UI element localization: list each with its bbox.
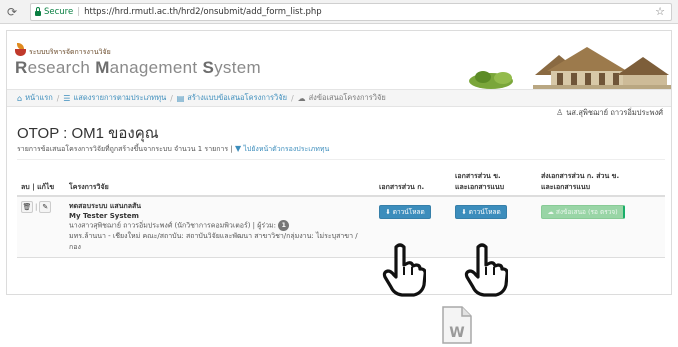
university-logo-icon [15,43,26,56]
system-name: Research Management System [15,58,261,77]
download-icon: ⬇ [385,207,391,216]
user-icon: ♙ [556,108,564,117]
secure-label: Secure [44,7,74,17]
breadcrumb-create-proposal[interactable]: ▤ สร้างแบบข้อเสนอโครงการวิจัย [177,92,287,104]
url-text: https://hrd.rmutl.ac.th/hrd2/onsubmit/ad… [84,7,322,17]
header-actions: ลบ | แก้ไข [17,159,65,197]
co-researcher-count-badge: 1 [278,219,290,231]
breadcrumb-submit-proposal: ☁ ส่งข้อเสนอโครงการวิจัย [297,93,386,103]
page-container: ระบบบริหารจัดการงานวิจัย Research Manage… [6,30,672,295]
table-row: 🗑 | ✎ ทดสอบระบบ แสนกลสัน My Tester Syste… [17,195,665,258]
header-doc-b: เอกสารส่วน ข. และเอกสารแนบ [451,159,537,197]
breadcrumb: ⌂ หน้าแรก / ☰ แสดงรายการตามประเภททุน / ▤… [7,89,671,107]
system-subtitle: ระบบบริหารจัดการงานวิจัย [29,48,111,56]
home-icon: ⌂ [17,93,23,103]
filter-icon: ▼ [234,144,242,153]
project-organization: มทร.ล้านนา - เชียงใหม่ คณะ/สถาบัน: สถาบั… [69,232,358,251]
list-description: รายการข้อเสนอโครงการวิจัยที่ถูกสร้างขึ้น… [17,144,330,153]
bookmark-star-icon[interactable]: ☆ [655,5,665,18]
project-researcher: นางสาวสุพิชฌาย์ ถาวรอิ่มประพงศ์ (นักวิชา… [69,219,371,232]
browser-toolbar: ⟳ Secure | https://hrd.rmutl.ac.th/hrd2/… [0,0,678,24]
download-doc-b-button[interactable]: ⬇ ดาวน์โหลด [455,204,507,219]
project-title-th: ทดสอบระบบ แสนกลสัน [69,201,142,210]
cloud-upload-icon: ☁ [547,207,554,216]
project-title-en: My Tester System [69,211,139,220]
filter-page-link[interactable]: ไปยังหน้าตัวกรองประเภททุน [243,145,329,153]
list-icon: ☰ [63,93,71,103]
address-bar[interactable]: Secure | https://hrd.rmutl.ac.th/hrd2/on… [30,3,672,21]
page-title: OTOP : OM1 ของคุณ [17,125,159,142]
proposal-table: ลบ | แก้ไข โครงการวิจัย เอกสารส่วน ก. เอ… [17,159,665,258]
word-document-icon: W [442,306,472,344]
send-proposal-button[interactable]: ☁ ส่งข้อเสนอ (รอ ตรวจ) [541,204,625,219]
svg-text:W: W [449,325,464,341]
header-building-banner [447,45,671,89]
breadcrumb-home[interactable]: ⌂ หน้าแรก [17,92,53,104]
user-profile-link[interactable]: ♙ นส.สุพิชฌาย์ ถาวรอิ่มประพงศ์ [556,107,663,119]
breadcrumb-funding-list[interactable]: ☰ แสดงรายการตามประเภททุน [63,92,166,104]
delete-trash-icon[interactable]: 🗑 [21,200,33,213]
reload-icon[interactable]: ⟳ [6,5,18,19]
header-send: ส่งเอกสารส่วน ก. ส่วน ข. และเอกสารแนบ [537,159,665,197]
header-project: โครงการวิจัย [65,159,375,197]
pointing-hand-icon [464,243,508,297]
header-doc-a: เอกสารส่วน ก. [375,159,451,197]
pointing-hand-icon [382,243,426,297]
download-doc-a-button[interactable]: ⬇ ดาวน์โหลด [379,204,431,219]
lock-icon [35,7,41,16]
edit-pencil-icon[interactable]: ✎ [39,200,52,213]
download-icon: ⬇ [461,207,467,216]
cloud-upload-icon: ☁ [297,93,306,103]
document-icon: ▤ [176,93,185,103]
site-header: ระบบบริหารจัดการงานวิจัย Research Manage… [7,31,671,89]
